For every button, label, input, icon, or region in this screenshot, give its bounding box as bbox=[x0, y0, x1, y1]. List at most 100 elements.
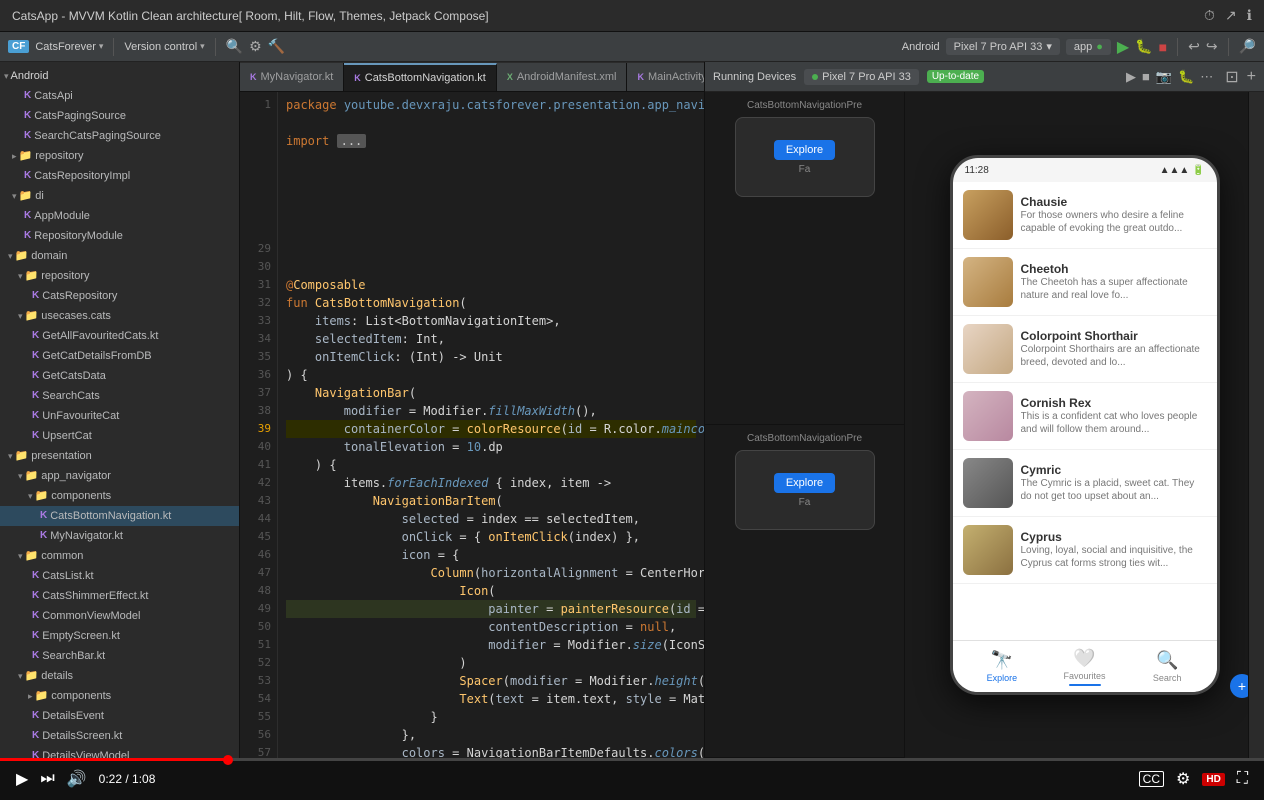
sidebar-item-getallfav[interactable]: K GetAllFavouritedCats.kt bbox=[0, 326, 239, 346]
sidebar-item-catsrepoImpl[interactable]: K CatsRepositoryImpl bbox=[0, 166, 239, 186]
sidebar-item-commonviewmodel[interactable]: K CommonViewModel bbox=[0, 606, 239, 626]
sidebar-item-getcatdetails[interactable]: K GetCatDetailsFromDB bbox=[0, 346, 239, 366]
expand-arrow: ▾ bbox=[18, 267, 23, 285]
preview-label-2: CatsBottomNavigationPre bbox=[747, 433, 862, 444]
sidebar-item-catslist[interactable]: K CatsList.kt bbox=[0, 566, 239, 586]
tab-mynavigator[interactable]: K MyNavigator.kt bbox=[240, 63, 344, 91]
tab-catsbottomnav[interactable]: K CatsBottomNavigation.kt bbox=[344, 63, 497, 91]
sidebar-item-shimmer[interactable]: K CatsShimmerEffect.kt bbox=[0, 586, 239, 606]
sidebar-item-searchcats[interactable]: K SearchCats bbox=[0, 386, 239, 406]
item-label: repository bbox=[41, 267, 89, 285]
sidebar-folder-details[interactable]: ▾ 📁 details bbox=[0, 666, 239, 686]
title-icons: ⏱ ↗ ℹ bbox=[1204, 7, 1252, 24]
chevron-down-icon: ▾ bbox=[1046, 40, 1052, 53]
sidebar-item-getcatsdata[interactable]: K GetCatsData bbox=[0, 366, 239, 386]
tab-manifest[interactable]: X AndroidManifest.xml bbox=[497, 63, 628, 91]
next-button[interactable]: ⏭ bbox=[40, 770, 54, 788]
search-icon[interactable]: 🔍 bbox=[226, 38, 243, 55]
sidebar-folder-presentation[interactable]: ▾ 📁 presentation bbox=[0, 446, 239, 466]
sidebar-item-catsapi[interactable]: K CatsApi bbox=[0, 86, 239, 106]
nav-explore[interactable]: 🔭 Explore bbox=[961, 650, 1044, 683]
device-chip[interactable]: Pixel 7 Pro API 33 bbox=[804, 69, 919, 85]
sidebar-folder-usecases[interactable]: ▾ 📁 usecases.cats bbox=[0, 306, 239, 326]
info-icon[interactable]: ℹ bbox=[1247, 7, 1252, 24]
progress-bar[interactable] bbox=[0, 758, 1264, 761]
kt-icon: K bbox=[32, 327, 39, 345]
bug-icon[interactable]: 🐛 bbox=[1178, 69, 1194, 85]
more-icon[interactable]: ⋯ bbox=[1200, 69, 1213, 85]
sidebar-item-catspaging[interactable]: K CatsPagingSource bbox=[0, 106, 239, 126]
sidebar-item-appmodule[interactable]: K AppModule bbox=[0, 206, 239, 226]
sidebar-item-catsrepo[interactable]: K CatsRepository bbox=[0, 286, 239, 306]
code-line: import ... bbox=[286, 132, 696, 150]
code-content[interactable]: package youtube.devxraju.catsforever.pre… bbox=[278, 92, 704, 758]
android-root[interactable]: ▾ Android bbox=[0, 66, 239, 86]
kt-icon: K bbox=[24, 207, 31, 225]
device-selector[interactable]: Pixel 7 Pro API 33 ▾ bbox=[946, 38, 1060, 55]
undo-icon[interactable]: ↩ bbox=[1188, 38, 1200, 55]
sidebar-folder-appnav[interactable]: ▾ 📁 app_navigator bbox=[0, 466, 239, 486]
nav-favourites[interactable]: 🤍 Favourites bbox=[1043, 648, 1126, 686]
debug-icon[interactable]: 🐛 bbox=[1135, 38, 1152, 55]
find-icon[interactable]: 🔎 bbox=[1239, 38, 1256, 55]
sidebar-folder-components[interactable]: ▾ 📁 components bbox=[0, 486, 239, 506]
tab-label: MyNavigator.kt bbox=[261, 71, 334, 83]
play-icon[interactable]: ▶ bbox=[1126, 69, 1136, 85]
stop-icon[interactable]: ■ bbox=[1159, 39, 1167, 55]
plus-icon[interactable]: + bbox=[1247, 68, 1256, 86]
settings-icon[interactable]: ⚙ bbox=[249, 38, 262, 55]
nav-label-explore: Explore bbox=[987, 673, 1018, 683]
sidebar-item-unfavourite[interactable]: K UnFavouriteCat bbox=[0, 406, 239, 426]
sidebar-item-searchcatspaging[interactable]: K SearchCatsPagingSource bbox=[0, 126, 239, 146]
cat-item-colorpoint[interactable]: Colorpoint Shorthair Colorpoint Shorthai… bbox=[953, 316, 1217, 383]
sidebar-folder-di[interactable]: ▾ 📁 di bbox=[0, 186, 239, 206]
sidebar-folder-details-components[interactable]: ▸ 📁 components bbox=[0, 686, 239, 706]
sidebar-item-upsertcat[interactable]: K UpsertCat bbox=[0, 426, 239, 446]
stop-icon[interactable]: ■ bbox=[1142, 69, 1150, 84]
sidebar-item-detailsviewmodel[interactable]: K DetailsViewModel bbox=[0, 746, 239, 758]
item-label: CatsShimmerEffect.kt bbox=[42, 587, 148, 605]
build-icon[interactable]: 🔨 bbox=[268, 38, 285, 55]
tab-mainactivity[interactable]: K MainActivity bbox=[627, 63, 704, 91]
cat-item-cheetoh[interactable]: Cheetoh The Cheetoh has a super affectio… bbox=[953, 249, 1217, 316]
sidebar-item-repomodule[interactable]: K RepositoryModule bbox=[0, 226, 239, 246]
sidebar-item-catsbottomnav[interactable]: K CatsBottomNavigation.kt bbox=[0, 506, 239, 526]
version-control[interactable]: Version control ▾ bbox=[124, 41, 204, 53]
explore-button-2[interactable]: Explore bbox=[774, 473, 835, 493]
sidebar-folder-common[interactable]: ▾ 📁 common bbox=[0, 546, 239, 566]
expand-arrow: ▾ bbox=[28, 487, 33, 505]
sidebar-folder-domain[interactable]: ▾ 📁 domain bbox=[0, 246, 239, 266]
share-icon[interactable]: ↗ bbox=[1225, 7, 1237, 24]
app-config-selector[interactable]: app ● bbox=[1066, 39, 1111, 55]
camera-icon[interactable]: 📷 bbox=[1156, 69, 1172, 85]
cat-item-chausie[interactable]: Chausie For those owners who desire a fe… bbox=[953, 182, 1217, 249]
redo-icon[interactable]: ↪ bbox=[1206, 38, 1218, 55]
cc-button[interactable]: CC bbox=[1139, 771, 1164, 787]
cat-item-cornish[interactable]: Cornish Rex This is a confident cat who … bbox=[953, 383, 1217, 450]
fullscreen-button[interactable]: ⛶ bbox=[1237, 770, 1248, 788]
run-icon[interactable]: ▶ bbox=[1117, 37, 1129, 57]
sidebar-folder-repo2[interactable]: ▾ 📁 repository bbox=[0, 266, 239, 286]
code-editor: 1 29 30 31 32 33 34 35 36 37 38 39 bbox=[240, 92, 704, 758]
item-label: DetailsViewModel bbox=[42, 747, 129, 758]
volume-button[interactable]: 🔊 bbox=[67, 769, 87, 789]
cat-item-cymric[interactable]: Cymric The Cymric is a placid, sweet cat… bbox=[953, 450, 1217, 517]
play-pause-button[interactable]: ▶ bbox=[16, 769, 28, 789]
sidebar-item-emptyscreen[interactable]: K EmptyScreen.kt bbox=[0, 626, 239, 646]
progress-dot[interactable] bbox=[223, 755, 233, 765]
code-line: items: List<BottomNavigationItem>, bbox=[286, 312, 696, 330]
history-icon[interactable]: ⏱ bbox=[1204, 7, 1215, 24]
project-selector[interactable]: CatsForever ▾ bbox=[35, 41, 103, 53]
cat-item-cyprus[interactable]: Cyprus Loving, loyal, social and inquisi… bbox=[953, 517, 1217, 584]
sidebar-item-detailsevent[interactable]: K DetailsEvent bbox=[0, 706, 239, 726]
sidebar-item-searchbar[interactable]: K SearchBar.kt bbox=[0, 646, 239, 666]
sidebar-item-mynavigator[interactable]: K MyNavigator.kt bbox=[0, 526, 239, 546]
line-num: 52 bbox=[240, 654, 271, 672]
explore-button[interactable]: Explore bbox=[774, 140, 835, 160]
item-label: details bbox=[41, 667, 73, 685]
sidebar-item-detailsscreen[interactable]: K DetailsScreen.kt bbox=[0, 726, 239, 746]
nav-search[interactable]: 🔍 Search bbox=[1126, 650, 1209, 683]
sidebar-item-repository[interactable]: ▸ 📁 repository bbox=[0, 146, 239, 166]
maximize-icon[interactable]: ⊡ bbox=[1225, 67, 1238, 87]
settings-button[interactable]: ⚙ bbox=[1176, 769, 1190, 789]
